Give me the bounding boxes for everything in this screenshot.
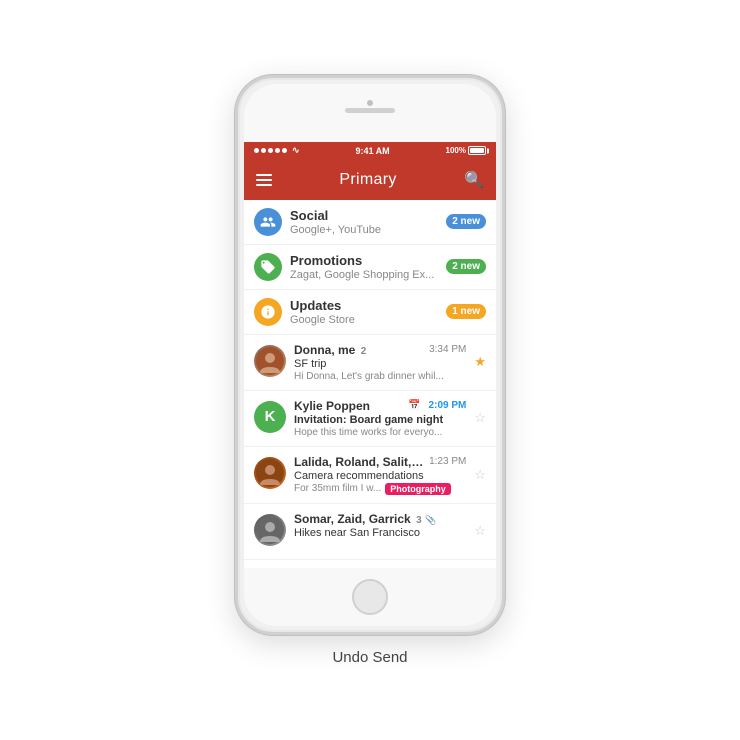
email-count: 3 [416,515,422,526]
gmail-header: Primary 🔍 [244,160,496,200]
social-icon [254,208,282,236]
email-count: 2 [361,346,367,357]
avatar [254,514,286,546]
promotions-preview: Zagat, Google Shopping Ex... [290,269,438,281]
menu-button[interactable] [256,174,272,186]
email-info: Somar, Zaid, Garrick 3 📎 Hikes near San … [294,512,466,540]
volume-down-button [235,243,237,278]
top-bezel [244,84,496,142]
email-sender: Somar, Zaid, Garrick 3 📎 [294,512,466,526]
tag-badge: Photography [385,483,451,495]
updates-category[interactable]: Updates Google Store 1 new [244,290,496,335]
signal-dot [254,148,259,153]
phone-shell: ∿ 9:41 AM 100% Primary 🔍 [235,75,505,635]
email-preview: Hope this time works for everyo... [294,427,466,438]
email-info: Kylie Poppen 📅 2:09 PM Invitation: Board… [294,399,466,438]
hamburger-line [256,179,272,181]
email-subject: SF trip [294,358,466,370]
updates-info: Updates Google Store [290,298,438,326]
phone-inner: ∿ 9:41 AM 100% Primary 🔍 [244,84,496,626]
email-row[interactable]: Donna, me 2 3:34 PM SF trip Hi Donna, Le… [244,335,496,391]
mute-button [235,168,237,190]
social-name: Social [290,208,438,223]
email-info: Donna, me 2 3:34 PM SF trip Hi Donna, Le… [294,343,466,382]
email-sender: Lalida, Roland, Salit, me 5 [294,455,425,469]
status-time: 9:41 AM [355,146,389,156]
star-empty-icon[interactable]: ☆ [474,523,486,539]
page-wrapper: ∿ 9:41 AM 100% Primary 🔍 [235,75,505,666]
email-row[interactable]: K Kylie Poppen 📅 2:09 PM Invitation: Boa… [244,391,496,447]
home-button[interactable] [352,579,388,615]
social-badge: 2 new [446,214,486,229]
email-top: Lalida, Roland, Salit, me 5 1:23 PM [294,455,466,469]
email-subject: Invitation: Board game night [294,414,466,426]
social-info: Social Google+, YouTube [290,208,438,236]
signal-dot [261,148,266,153]
caption-label: Undo Send [332,649,407,666]
email-subject: Camera recommendations [294,470,466,482]
signal-dot [268,148,273,153]
hamburger-line [256,174,272,176]
promotions-icon [254,253,282,281]
email-preview: For 35mm film I w... Photography [294,483,466,495]
email-info: Lalida, Roland, Salit, me 5 1:23 PM Came… [294,455,466,495]
email-list: Social Google+, YouTube 2 new Promotions [244,200,496,626]
calendar-icon: 📅 [408,400,420,411]
promotions-name: Promotions [290,253,438,268]
star-empty-icon[interactable]: ☆ [474,467,486,483]
signal-dot [282,148,287,153]
front-camera [367,100,373,106]
battery-icon [468,146,486,155]
email-sender: Donna, me 2 [294,343,425,357]
bottom-bezel [244,568,496,626]
avatar [254,345,286,377]
email-subject: Hikes near San Francisco [294,527,466,539]
updates-icon [254,298,282,326]
search-button[interactable]: 🔍 [464,170,484,190]
promotions-badge: 2 new [446,259,486,274]
battery-fill [470,148,484,153]
battery-indicator: 100% [446,146,486,155]
updates-name: Updates [290,298,438,313]
email-sender: Kylie Poppen [294,399,408,413]
speaker [345,108,395,113]
email-time: 2:09 PM [429,400,467,411]
wifi-icon: ∿ [292,145,300,156]
power-button [503,198,505,238]
updates-badge: 1 new [446,304,486,319]
volume-up-button [235,200,237,235]
email-row[interactable]: Somar, Zaid, Garrick 3 📎 Hikes near San … [244,504,496,560]
updates-preview: Google Store [290,314,438,326]
inbox-title: Primary [339,171,396,189]
email-top: Somar, Zaid, Garrick 3 📎 [294,512,466,526]
signal-indicator: ∿ [254,145,300,156]
email-time: 1:23 PM [429,456,466,467]
email-preview: Hi Donna, Let's grab dinner whil... [294,371,466,382]
social-preview: Google+, YouTube [290,224,438,236]
star-icon[interactable]: ★ [474,354,486,370]
social-category[interactable]: Social Google+, YouTube 2 new [244,200,496,245]
email-row[interactable]: Lalida, Roland, Salit, me 5 1:23 PM Came… [244,447,496,504]
promotions-category[interactable]: Promotions Zagat, Google Shopping Ex... … [244,245,496,290]
promotions-info: Promotions Zagat, Google Shopping Ex... [290,253,438,281]
star-empty-icon[interactable]: ☆ [474,410,486,426]
avatar: K [254,401,286,433]
email-top: Donna, me 2 3:34 PM [294,343,466,357]
avatar [254,457,286,489]
email-time: 3:34 PM [429,344,466,355]
hamburger-line [256,184,272,186]
signal-dot [275,148,280,153]
status-bar: ∿ 9:41 AM 100% [244,142,496,160]
email-top: Kylie Poppen 📅 2:09 PM [294,399,466,413]
